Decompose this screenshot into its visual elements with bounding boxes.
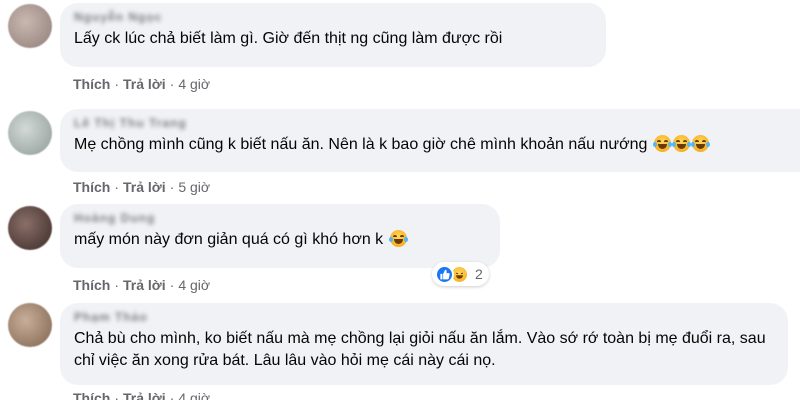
comment-bubble: Hoàng Dung mấy món này đơn giản quá có g… <box>60 204 500 268</box>
laughing-emoji-icon <box>690 135 710 152</box>
like-link[interactable]: Thích <box>73 179 110 195</box>
separator: · <box>114 390 120 400</box>
comment-time[interactable]: 4 giờ <box>178 76 210 92</box>
comment-text: Lấy ck lúc chả biết làm gì. Giờ đến thịt… <box>74 30 503 47</box>
comment-actions: Thích · Trả lời · 4 giờ <box>73 277 210 293</box>
laughing-emoji-icon <box>652 135 672 152</box>
comment-author[interactable]: Nguyễn Ngọc <box>74 10 592 24</box>
comment-text: mấy món này đơn giản quá có gì khó hơn k <box>74 230 408 248</box>
like-link[interactable]: Thích <box>73 76 110 92</box>
reaction-count: 2 <box>475 266 483 282</box>
comment-bubble: Phạm Thảo Chả bù cho mình, ko biết nấu m… <box>60 303 788 385</box>
reply-link[interactable]: Trả lời <box>123 76 166 92</box>
comment-author[interactable]: Hoàng Dung <box>74 211 486 225</box>
like-link[interactable]: Thích <box>73 277 110 293</box>
laughing-emoji-icon <box>388 230 408 247</box>
separator: · <box>114 76 120 92</box>
comment-author[interactable]: Phạm Thảo <box>74 310 774 324</box>
reply-link[interactable]: Trả lời <box>123 179 166 195</box>
comment-actions: Thích · Trả lời · 5 giờ <box>73 179 210 195</box>
comment-text: Chả bù cho mình, ko biết nấu mà mẹ chồng… <box>74 330 766 369</box>
comment-time[interactable]: 4 giờ <box>178 277 210 293</box>
separator: · <box>169 76 175 92</box>
comment-time[interactable]: 5 giờ <box>178 179 210 195</box>
like-reaction-icon <box>435 264 454 284</box>
reply-link[interactable]: Trả lời <box>123 390 166 400</box>
like-link[interactable]: Thích <box>73 390 110 400</box>
comment-text-content: mấy món này đơn giản quá có gì khó hơn k <box>74 231 384 248</box>
reaction-summary[interactable]: 2 <box>432 262 489 286</box>
avatar[interactable] <box>8 303 52 347</box>
comment-time[interactable]: 4 giờ <box>178 390 210 400</box>
laughing-emoji-icon <box>671 135 691 152</box>
reply-link[interactable]: Trả lời <box>123 277 166 293</box>
comment-bubble: Lê Thị Thu Trang Mẹ chồng mình cũng k bi… <box>60 109 800 172</box>
separator: · <box>114 179 120 195</box>
avatar[interactable] <box>8 4 52 48</box>
comment-author[interactable]: Lê Thị Thu Trang <box>74 116 786 130</box>
avatar[interactable] <box>8 206 52 250</box>
comment-bubble: Nguyễn Ngọc Lấy ck lúc chả biết làm gì. … <box>60 3 606 67</box>
separator: · <box>114 277 120 293</box>
separator: · <box>169 179 175 195</box>
comment-text-content: Mẹ chồng mình cũng k biết nấu ăn. Nên là… <box>74 136 648 153</box>
avatar[interactable] <box>8 111 52 155</box>
comment-text: Mẹ chồng mình cũng k biết nấu ăn. Nên là… <box>74 135 710 153</box>
separator: · <box>169 277 175 293</box>
separator: · <box>169 390 175 400</box>
comment-actions: Thích · Trả lời · 4 giờ <box>73 76 210 92</box>
comment-actions: Thích · Trả lời · 4 giờ <box>73 390 210 400</box>
